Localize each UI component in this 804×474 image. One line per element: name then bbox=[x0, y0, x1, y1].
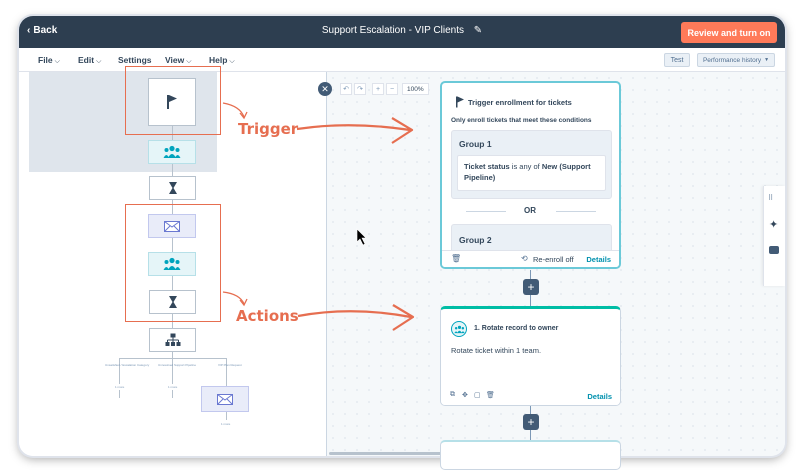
small-arrow-actions bbox=[222, 291, 245, 305]
mouse-cursor bbox=[356, 228, 367, 246]
big-arrow-actions bbox=[297, 310, 412, 319]
big-arrow-trigger bbox=[296, 124, 411, 132]
annotation-arrows bbox=[222, 102, 415, 331]
